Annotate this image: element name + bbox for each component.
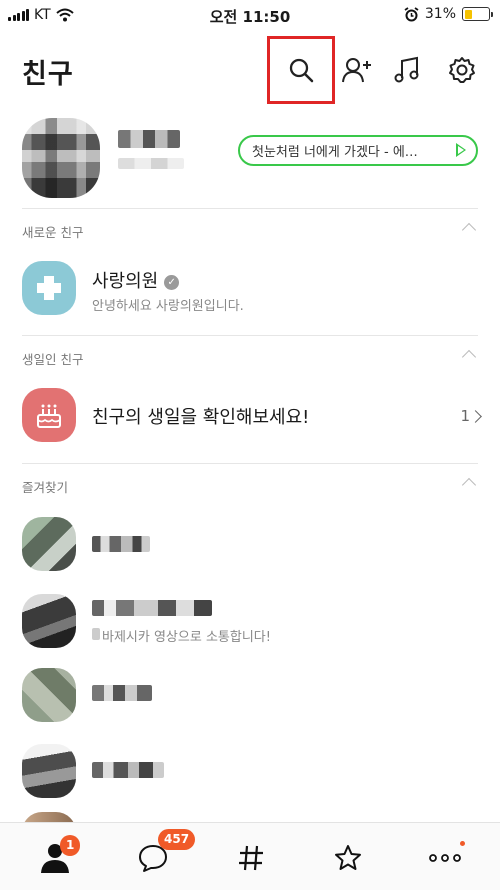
- friend-status-blurred: [92, 628, 100, 640]
- chevron-right-icon: [469, 410, 482, 423]
- my-profile-name-blurred: [118, 130, 180, 148]
- friend-avatar: [22, 517, 76, 571]
- friend-status: 바제시카 영상으로 소통합니다!: [102, 630, 271, 645]
- cake-icon: [37, 404, 61, 428]
- add-friend-icon: [342, 58, 371, 83]
- add-friend-button[interactable]: [337, 50, 377, 90]
- clinic-avatar: [22, 261, 76, 315]
- divider: [22, 335, 478, 336]
- list-item-clinic[interactable]: 사랑의원 ✓ 안녕하세요 사랑의원입니다.: [0, 255, 500, 325]
- friend-avatar: [22, 668, 76, 722]
- medical-cross-icon: [37, 276, 61, 300]
- chevron-up-icon: [461, 349, 477, 365]
- divider: [22, 208, 478, 209]
- alarm-icon: [404, 6, 419, 21]
- battery-icon: [462, 7, 493, 21]
- friend-avatar: [22, 812, 76, 822]
- nav-hashtag[interactable]: [226, 833, 276, 883]
- status-right: 31%: [404, 6, 493, 22]
- friends-badge: 1: [60, 835, 81, 856]
- birthday-avatar: [22, 388, 76, 442]
- my-profile-avatar[interactable]: [22, 118, 100, 198]
- favorite-item-partial: [0, 812, 500, 822]
- birthday-row[interactable]: 친구의 생일을 확인해보세요! 1: [0, 383, 500, 449]
- divider: [22, 463, 478, 464]
- clinic-subtitle: 안녕하세요 사랑의원입니다.: [92, 299, 244, 314]
- clinic-name-row: 사랑의원 ✓: [92, 267, 180, 293]
- more-notification-dot: [460, 841, 465, 846]
- friend-avatar: [22, 744, 76, 798]
- page-title: 친구: [22, 59, 74, 90]
- nav-chats[interactable]: 457: [128, 829, 196, 883]
- verified-badge-icon: ✓: [164, 275, 180, 290]
- status-bar: KT 오전 11:50 31%: [0, 0, 500, 30]
- chats-badge: 457: [158, 829, 196, 850]
- search-button[interactable]: [281, 50, 321, 90]
- play-icon: [456, 143, 466, 157]
- bottom-nav: 1 457: [0, 822, 500, 890]
- section-label: 생일인 친구: [22, 352, 84, 367]
- profile-music-text: 첫눈처럼 너에게 가겠다 - 에…: [252, 145, 418, 160]
- friend-name-blurred: [92, 536, 150, 552]
- star-icon: [335, 845, 361, 870]
- music-icon: [394, 56, 419, 83]
- friend-name-blurred: [92, 762, 164, 778]
- my-profile-row[interactable]: 첫눈처럼 너에게 가겠다 - 에…: [0, 110, 500, 205]
- more-icon: [429, 854, 461, 862]
- header: 친구: [0, 36, 500, 104]
- settings-button[interactable]: [442, 50, 482, 90]
- friend-avatar: [22, 594, 76, 648]
- section-header-favorites[interactable]: 즐겨찾기: [22, 477, 478, 499]
- section-header-birthday[interactable]: 생일인 친구: [22, 349, 478, 371]
- music-button[interactable]: [387, 50, 427, 90]
- nav-more[interactable]: [420, 833, 470, 883]
- favorite-item[interactable]: [0, 665, 500, 725]
- section-header-new-friends[interactable]: 새로운 친구: [22, 222, 478, 244]
- section-label: 새로운 친구: [22, 225, 84, 240]
- battery-percent: 31%: [424, 6, 456, 22]
- favorite-item[interactable]: 바제시카 영상으로 소통합니다!: [0, 590, 500, 660]
- chevron-up-icon: [461, 477, 477, 493]
- my-profile-status-blurred: [118, 158, 184, 169]
- friend-name-blurred: [92, 600, 212, 616]
- settings-icon: [449, 57, 475, 83]
- section-label: 즐겨찾기: [22, 480, 69, 495]
- chevron-up-icon: [461, 222, 477, 238]
- nav-friends[interactable]: 1: [30, 833, 81, 883]
- favorite-item[interactable]: [0, 740, 500, 810]
- birthday-prompt: 친구의 생일을 확인해보세요!: [92, 407, 310, 428]
- nav-shopping[interactable]: [323, 833, 373, 883]
- search-icon: [289, 58, 314, 83]
- clinic-name: 사랑의원: [92, 271, 159, 292]
- profile-music-button[interactable]: 첫눈처럼 너에게 가겠다 - 에…: [238, 135, 478, 166]
- favorite-item[interactable]: [0, 512, 500, 582]
- hashtag-icon: [239, 845, 263, 871]
- friend-name-blurred: [92, 685, 152, 701]
